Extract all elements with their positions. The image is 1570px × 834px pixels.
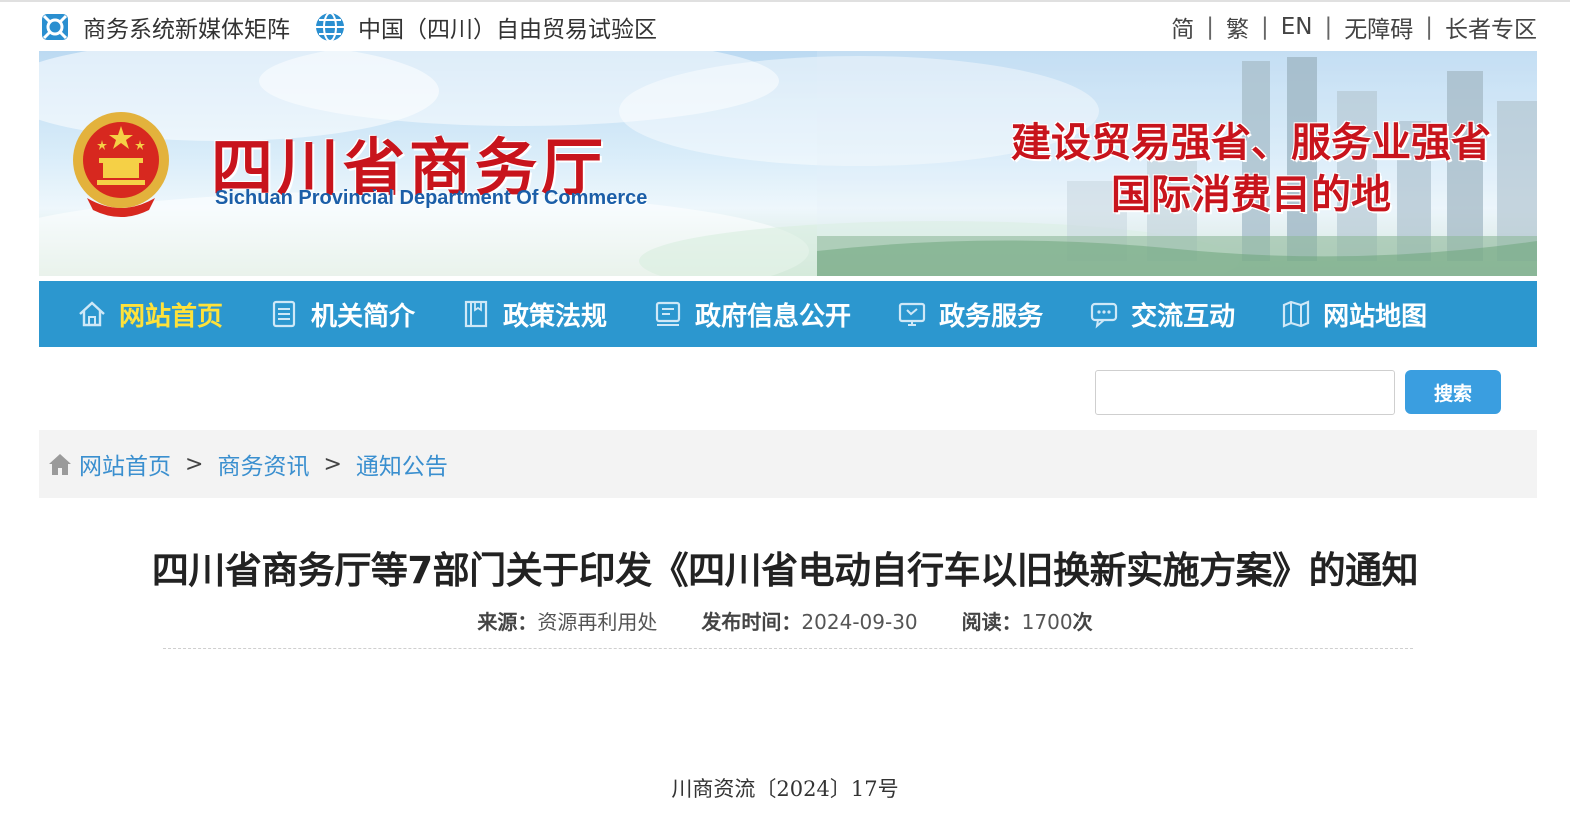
accessibility-link[interactable]: 无障碍 bbox=[1344, 10, 1413, 44]
top-utility-bar: 商务系统新媒体矩阵 中国（四川）自由贸易试验区 简 | 繁 | EN | 无障碍… bbox=[39, 8, 1537, 46]
reads-label: 阅读： bbox=[961, 610, 1022, 634]
nav-item-gov-service[interactable]: 政务服务 bbox=[897, 281, 1043, 347]
separator: | bbox=[1261, 14, 1269, 40]
book-icon bbox=[464, 300, 488, 328]
document-icon bbox=[272, 300, 296, 328]
nav-item-sitemap[interactable]: 网站地图 bbox=[1281, 281, 1427, 347]
free-trade-zone-label: 中国（四川）自由贸易试验区 bbox=[358, 17, 657, 43]
reads-unit: 次 bbox=[1072, 610, 1093, 634]
document-number: 川商资流〔2024〕17号 bbox=[671, 777, 899, 801]
source-value: 资源再利用处 bbox=[537, 610, 658, 634]
separator: | bbox=[1324, 14, 1333, 40]
lang-traditional-link[interactable]: 繁 bbox=[1226, 10, 1249, 44]
media-matrix-link[interactable]: 商务系统新媒体矩阵 bbox=[39, 10, 290, 44]
date-value: 2024-09-30 bbox=[801, 610, 918, 634]
article-meta: 来源：资源再利用处 发布时间：2024-09-30 阅读：1700次 bbox=[0, 606, 1570, 635]
search-button[interactable]: 搜索 bbox=[1405, 370, 1501, 414]
separator: | bbox=[1206, 14, 1214, 40]
date-meta: 发布时间：2024-09-30 bbox=[701, 606, 917, 635]
globe-icon bbox=[316, 12, 344, 42]
national-emblem-logo bbox=[73, 112, 169, 217]
reads-meta: 阅读：1700次 bbox=[962, 606, 1093, 635]
media-matrix-icon bbox=[42, 14, 68, 40]
top-right-links: 简 | 繁 | EN | 无障碍 | 长者专区 bbox=[1171, 8, 1537, 46]
article-title: 四川省商务厅等7部门关于印发《四川省电动自行车以旧换新实施方案》的通知 bbox=[151, 549, 1419, 592]
elderly-mode-link[interactable]: 长者专区 bbox=[1445, 10, 1537, 44]
home-icon bbox=[49, 454, 71, 475]
nav-label: 网站地图 bbox=[1323, 301, 1428, 332]
source-meta: 来源：资源再利用处 bbox=[477, 606, 657, 635]
separator: | bbox=[1425, 14, 1433, 40]
lang-simplified-link[interactable]: 简 bbox=[1171, 10, 1194, 44]
breadcrumb-separator: > bbox=[323, 451, 342, 477]
info-icon bbox=[655, 301, 681, 326]
slogan-line-1: 建设贸易强省、服务业强省 bbox=[1011, 119, 1491, 166]
breadcrumb-separator: > bbox=[185, 451, 204, 477]
nav-item-interaction[interactable]: 交流互动 bbox=[1089, 281, 1235, 347]
monitor-icon bbox=[898, 302, 926, 326]
media-matrix-label: 商务系统新媒体矩阵 bbox=[83, 17, 290, 43]
nav-item-home[interactable]: 网站首页 bbox=[77, 281, 223, 347]
nav-item-gov-info[interactable]: 政府信息公开 bbox=[653, 281, 851, 347]
banner-slogan: 建设贸易强省、服务业强省 国际消费目的地 bbox=[1011, 117, 1491, 221]
nav-label: 网站首页 bbox=[119, 301, 224, 332]
nav-item-policy[interactable]: 政策法规 bbox=[461, 281, 607, 347]
breadcrumb-home[interactable]: 网站首页 bbox=[79, 447, 171, 481]
map-icon bbox=[1282, 300, 1310, 328]
nav-label: 政务服务 bbox=[939, 301, 1044, 332]
source-label: 来源： bbox=[477, 610, 538, 634]
nav-item-about[interactable]: 机关简介 bbox=[269, 281, 415, 347]
nav-label: 交流互动 bbox=[1131, 301, 1236, 332]
breadcrumb-notices[interactable]: 通知公告 bbox=[356, 447, 448, 481]
reads-value: 1700 bbox=[1021, 610, 1073, 634]
search-input[interactable] bbox=[1095, 370, 1395, 415]
nav-label: 机关简介 bbox=[311, 301, 416, 332]
lang-english-link[interactable]: EN bbox=[1281, 14, 1313, 40]
breadcrumb-business-news[interactable]: 商务资讯 bbox=[217, 447, 309, 481]
nav-label: 政策法规 bbox=[503, 301, 608, 332]
site-banner: 四川省商务厅 Sichuan Provincial Department Of … bbox=[39, 51, 1537, 276]
top-border bbox=[0, 0, 1570, 2]
meta-divider bbox=[163, 648, 1413, 649]
breadcrumb: 网站首页 > 商务资讯 > 通知公告 bbox=[39, 430, 1537, 498]
free-trade-zone-link[interactable]: 中国（四川）自由贸易试验区 bbox=[314, 10, 657, 44]
main-navigation: 网站首页 机关简介 政策法规 政府信息公开 政务服务 交流互动 网站地图 bbox=[39, 281, 1537, 347]
chat-icon bbox=[1090, 302, 1118, 329]
slogan-line-2: 国际消费目的地 bbox=[1111, 171, 1391, 218]
date-label: 发布时间： bbox=[701, 610, 802, 634]
top-links: 商务系统新媒体矩阵 中国（四川）自由贸易试验区 bbox=[39, 8, 681, 46]
site-name-english: Sichuan Provincial Department Of Commerc… bbox=[215, 187, 648, 209]
nav-label: 政府信息公开 bbox=[695, 301, 852, 332]
home-icon bbox=[79, 301, 105, 327]
